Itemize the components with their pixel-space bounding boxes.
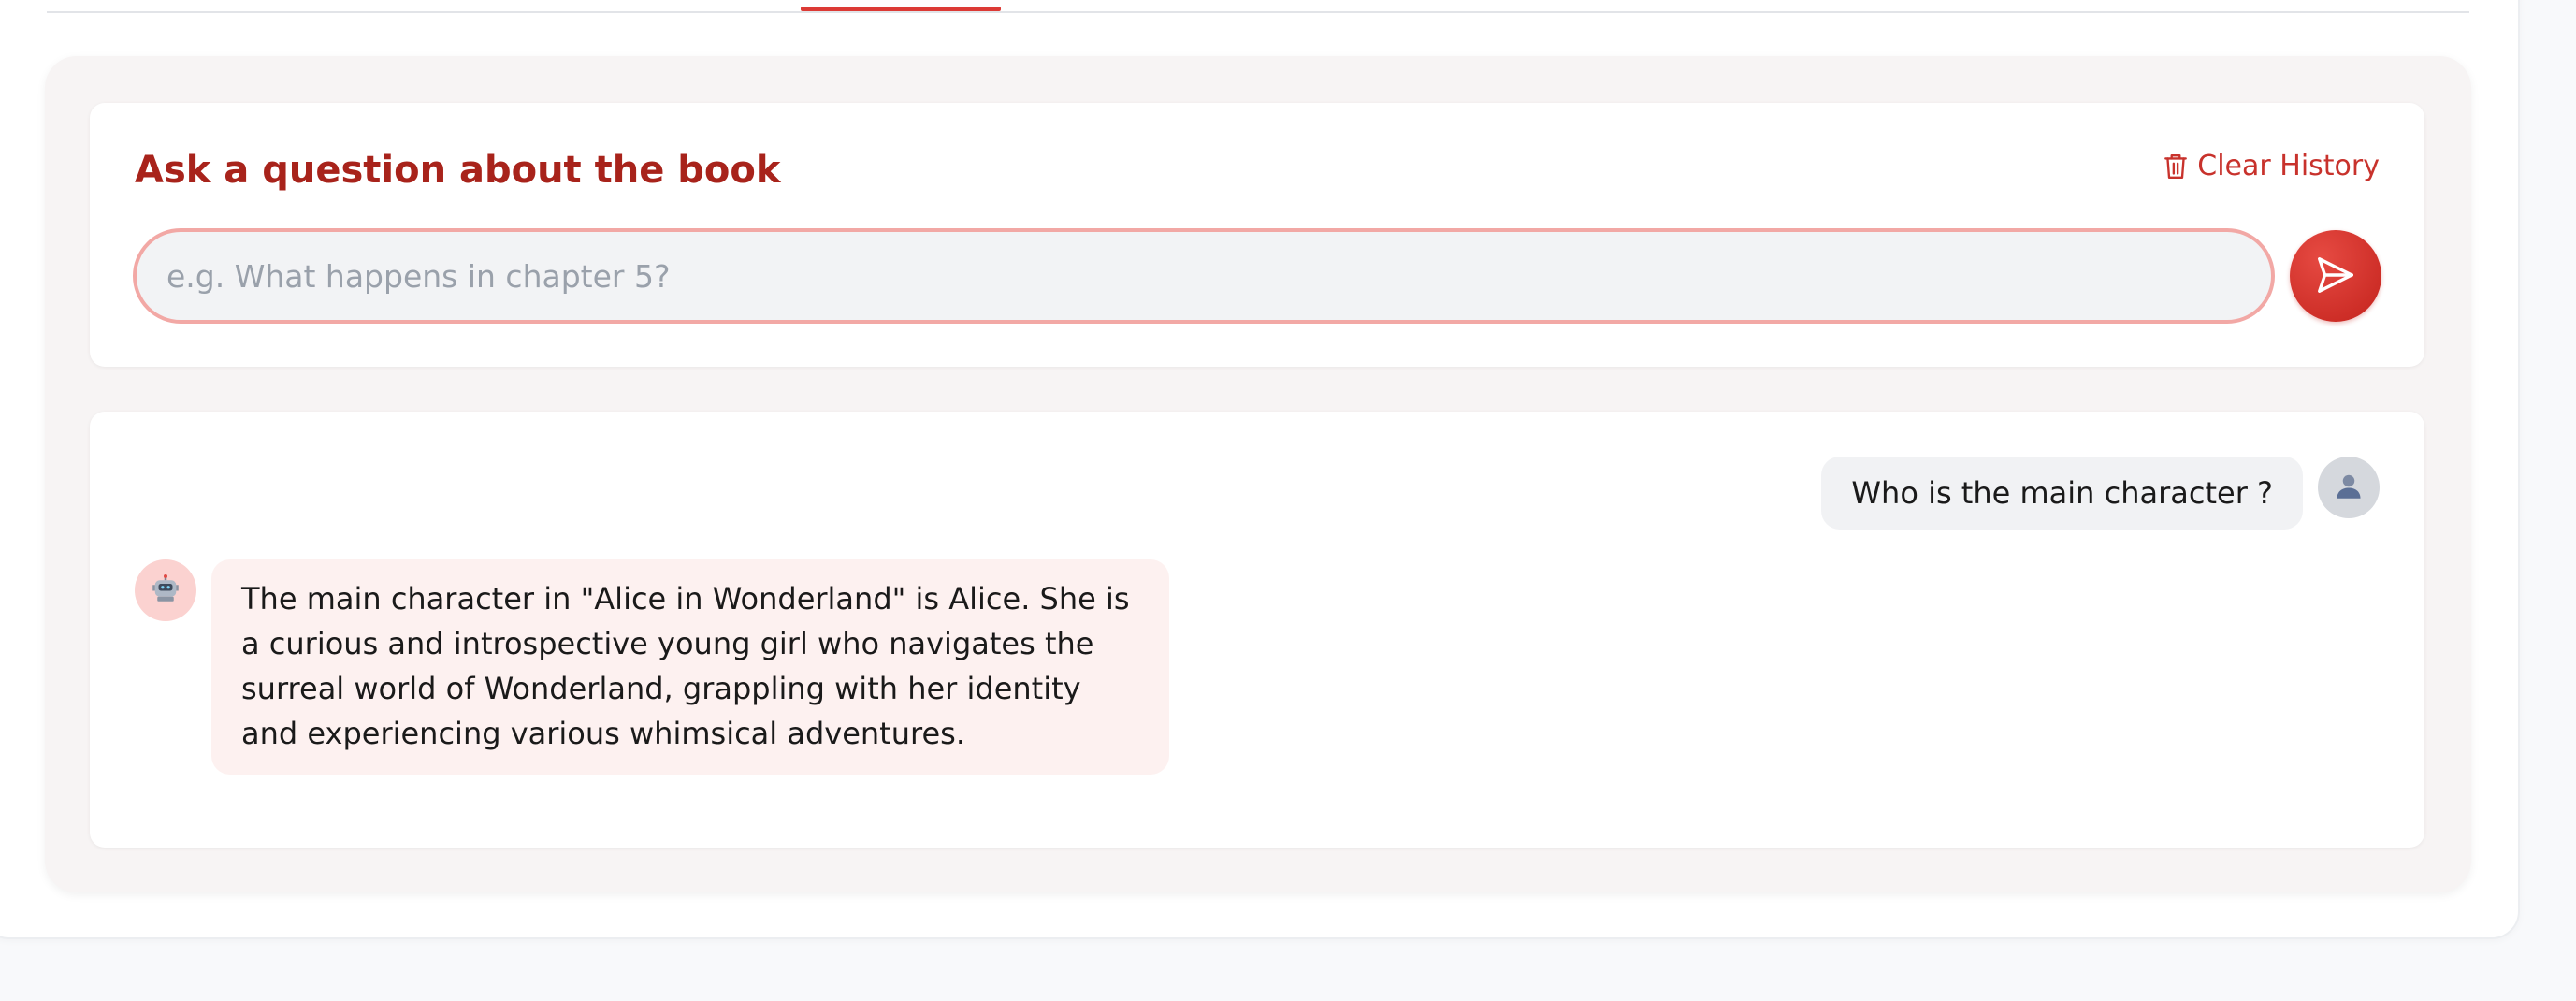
active-tab-indicator	[801, 7, 1001, 11]
question-input[interactable]	[133, 228, 2275, 324]
assistant-message: The main character in "Alice in Wonderla…	[135, 559, 1169, 775]
send-icon	[2314, 254, 2357, 299]
send-button[interactable]	[2290, 230, 2381, 322]
user-message: Who is the main character ?	[1821, 457, 2380, 530]
assistant-avatar	[135, 559, 196, 621]
user-avatar	[2318, 457, 2380, 518]
qa-panel: Ask a question about the book Clear Hist…	[45, 56, 2471, 892]
trash-icon	[2164, 152, 2188, 181]
user-icon	[2335, 471, 2363, 503]
clear-history-button[interactable]: Clear History	[2164, 150, 2380, 182]
clear-history-label: Clear History	[2197, 150, 2380, 182]
tabs-divider	[47, 11, 2469, 13]
chat-history: Who is the main character ? The main cha…	[90, 412, 2424, 848]
ask-title: Ask a question about the book	[135, 149, 781, 192]
page: Ask a question about the book Clear Hist…	[0, 0, 2576, 1001]
user-message-bubble: Who is the main character ?	[1821, 457, 2303, 530]
ask-card: Ask a question about the book Clear Hist…	[90, 103, 2424, 367]
assistant-message-bubble: The main character in "Alice in Wonderla…	[211, 559, 1169, 775]
robot-icon	[152, 574, 180, 606]
